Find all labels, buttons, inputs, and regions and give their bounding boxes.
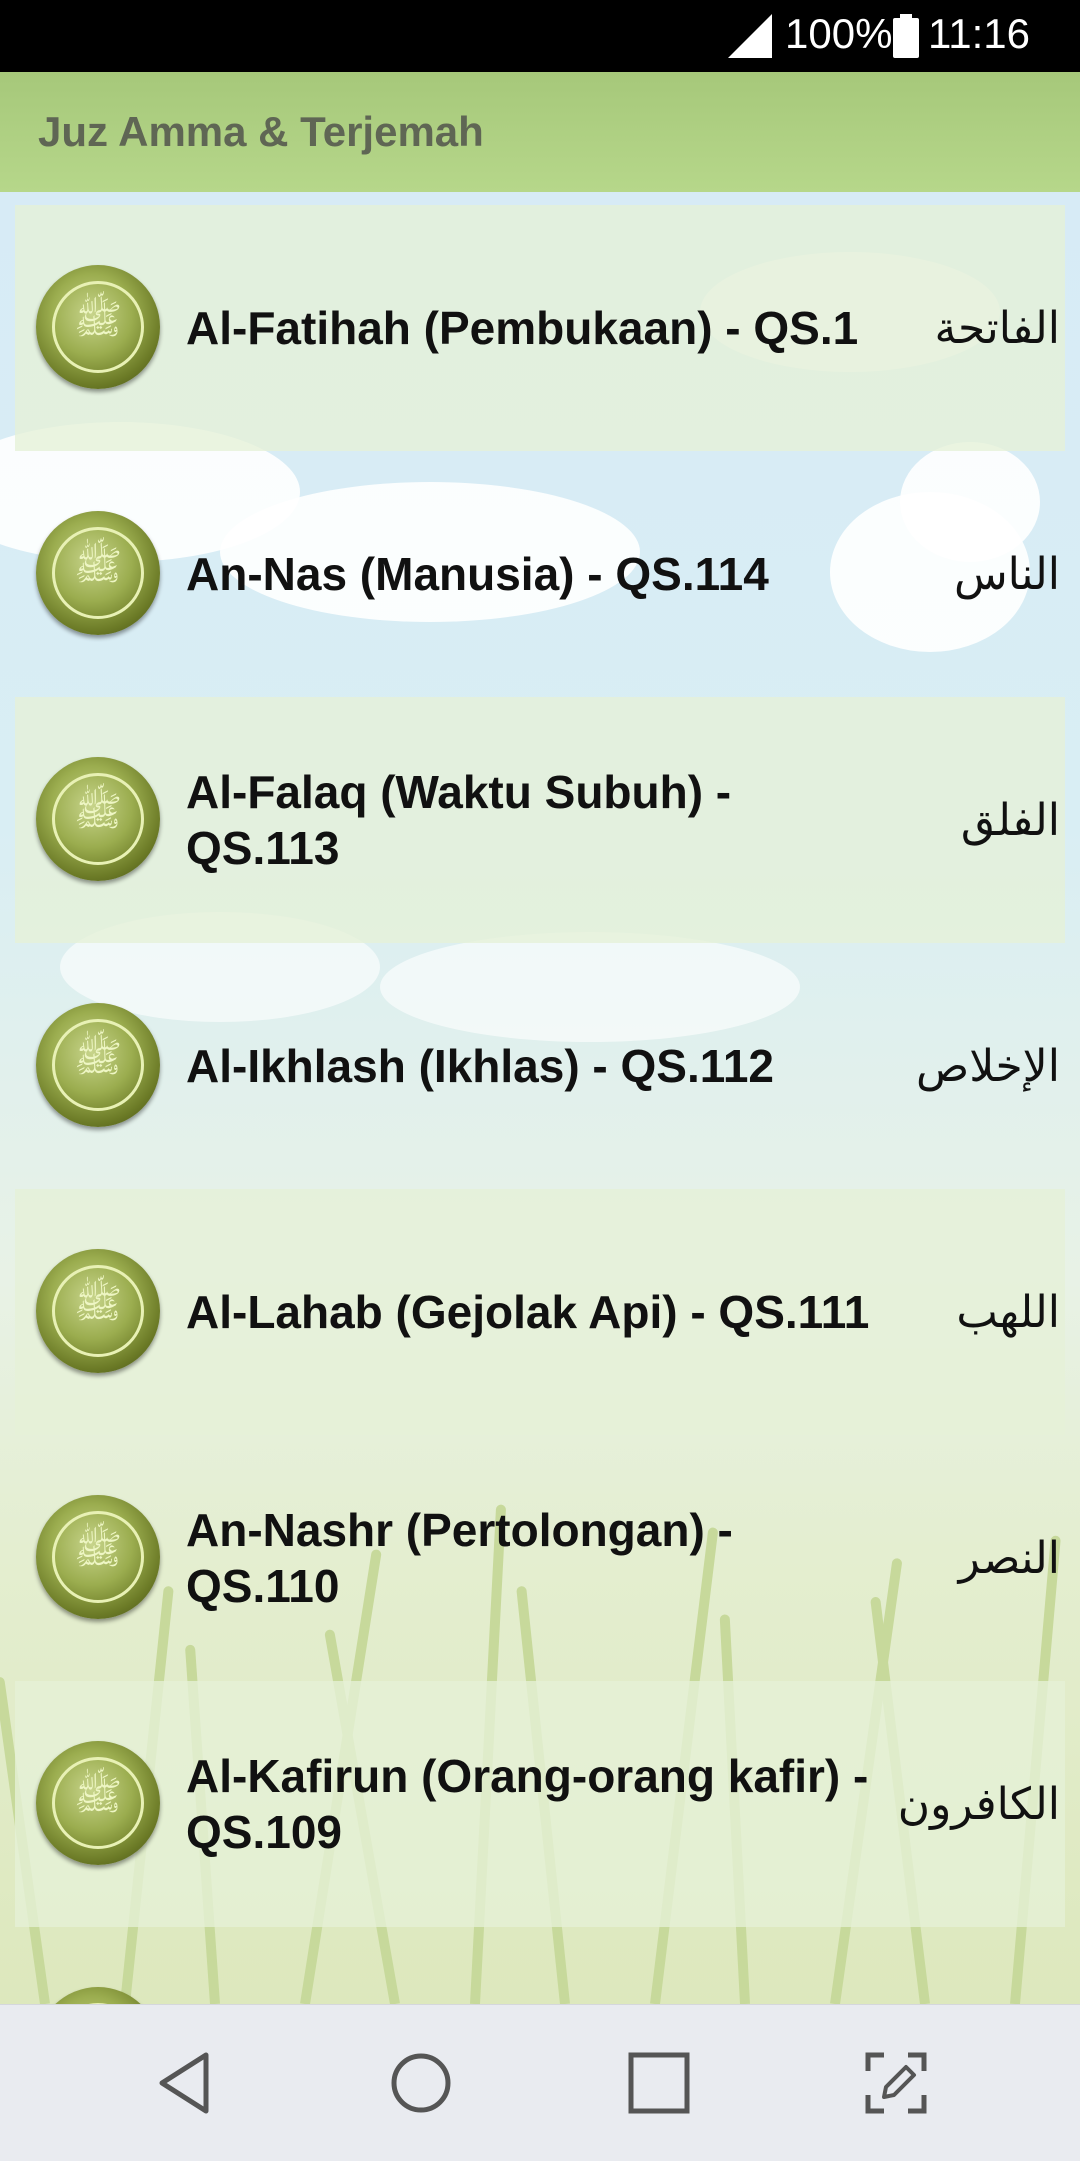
battery-percent: 100% [785, 10, 893, 57]
battery-icon [893, 14, 919, 58]
surah-row-partial[interactable]: ﷺ [0, 1927, 1080, 2004]
quran-medallion-icon: ﷺ [36, 1249, 160, 1373]
quran-medallion-icon: ﷺ [36, 757, 160, 881]
quran-medallion-icon: ﷺ [36, 1003, 160, 1127]
surah-name: Al-Fatihah (Pembukaan) - QS.1 [186, 302, 859, 354]
status-bar: 100% 11:16 [0, 0, 1080, 72]
quran-medallion-icon: ﷺ [36, 511, 160, 635]
surah-row[interactable]: ﷺ Al-Kafirun (Orang-orang kafir) - QS.10… [15, 1681, 1065, 1927]
surah-row[interactable]: ﷺ An-Nashr (Pertolongan) - QS.110 النصر [0, 1435, 1080, 1681]
screenshot-edit-icon[interactable] [856, 2043, 936, 2123]
surah-arabic-name: الإخلاص [916, 1040, 1060, 1092]
navigation-bar [0, 2004, 1080, 2161]
surah-arabic-name: اللهب [956, 1286, 1060, 1338]
back-icon[interactable] [144, 2043, 224, 2123]
surah-arabic-name: الناس [953, 548, 1060, 600]
app-bar: Juz Amma & Terjemah [0, 72, 1080, 192]
surah-name: Al-Ikhlash (Ikhlas) - QS.112 [186, 1040, 774, 1092]
quran-medallion-icon: ﷺ [36, 1987, 160, 2004]
surah-list[interactable]: ﷺ Al-Fatihah (Pembukaan) - QS.1 الفاتحة … [0, 192, 1080, 2004]
clock: 11:16 [928, 10, 1030, 57]
quran-medallion-icon: ﷺ [36, 1741, 160, 1865]
surah-row[interactable]: ﷺ Al-Falaq (Waktu Subuh) - QS.113 الفلق [15, 697, 1065, 943]
surah-name: Al-Kafirun (Orang-orang kafir) - QS.109 [186, 1750, 869, 1858]
quran-medallion-icon: ﷺ [36, 1495, 160, 1619]
surah-name: Al-Lahab (Gejolak Api) - QS.111 [186, 1286, 870, 1338]
home-icon[interactable] [381, 2043, 461, 2123]
surah-arabic-name: الفلق [960, 794, 1060, 846]
surah-row[interactable]: ﷺ Al-Lahab (Gejolak Api) - QS.111 اللهب [15, 1189, 1065, 1435]
surah-row[interactable]: ﷺ Al-Fatihah (Pembukaan) - QS.1 الفاتحة [15, 205, 1065, 451]
quran-medallion-icon: ﷺ [36, 265, 160, 389]
surah-row[interactable]: ﷺ An-Nas (Manusia) - QS.114 الناس [0, 451, 1080, 697]
signal-icon [728, 14, 772, 58]
surah-name: An-Nas (Manusia) - QS.114 [186, 548, 769, 600]
surah-arabic-name: الكافرون [897, 1778, 1060, 1830]
surah-row[interactable]: ﷺ Al-Ikhlash (Ikhlas) - QS.112 الإخلاص [0, 943, 1080, 1189]
surah-name: An-Nashr (Pertolongan) - QS.110 [186, 1504, 733, 1612]
app-title: Juz Amma & Terjemah [38, 108, 484, 155]
surah-arabic-name: النصر [958, 1532, 1060, 1584]
surah-arabic-name: الفاتحة [934, 302, 1060, 354]
recents-icon[interactable] [619, 2043, 699, 2123]
surah-name: Al-Falaq (Waktu Subuh) - QS.113 [186, 766, 732, 874]
